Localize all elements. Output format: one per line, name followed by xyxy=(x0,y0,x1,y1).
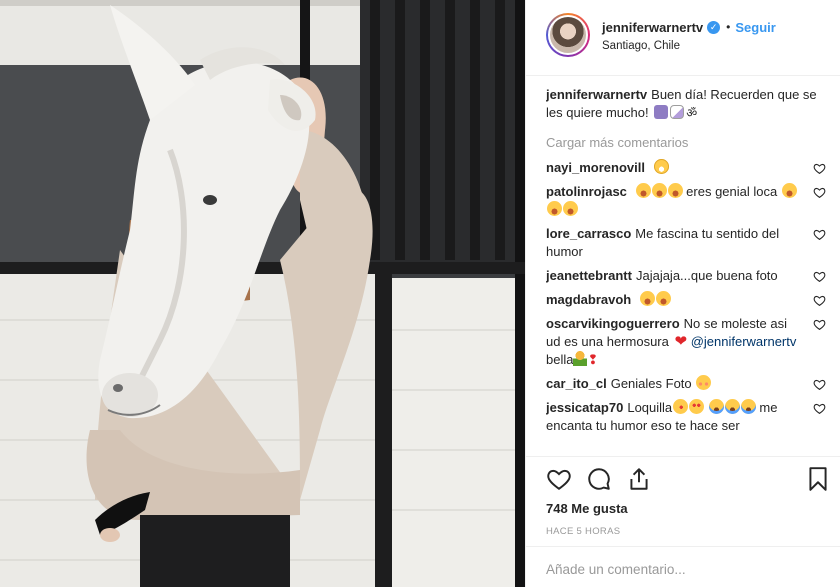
caption: jenniferwarnertv Buen día! Recuerden que … xyxy=(546,86,826,122)
kiss-emoji-icon xyxy=(673,399,689,414)
separator-dot: • xyxy=(726,20,731,34)
comment-username[interactable]: car_ito_cl xyxy=(546,376,607,391)
comment-item: jessicatap70 Loquilla me encanta tu humor… xyxy=(546,399,826,435)
load-more-comments-link[interactable]: Cargar más comentarios xyxy=(546,134,826,152)
follow-button[interactable]: Seguir xyxy=(735,20,775,35)
rofl-emoji-icon xyxy=(635,183,651,198)
comment-like-heart-icon[interactable] xyxy=(813,318,826,331)
bouquet-emoji-icon xyxy=(573,351,588,366)
add-comment-section xyxy=(526,546,840,587)
likes-count[interactable]: 748 Me gusta xyxy=(546,501,821,516)
post-header: jenniferwarnertv ✓ • Seguir Santiago, Ch… xyxy=(526,0,840,76)
username-link[interactable]: jenniferwarnertv xyxy=(602,20,703,35)
om-emoji-icon: ॐ xyxy=(686,106,698,120)
grin-emoji-icon xyxy=(653,159,669,174)
comment-item: oscarvikingoguerrero No se moleste asi ud… xyxy=(546,315,826,369)
header-row: jenniferwarnertv ✓ • Seguir xyxy=(602,18,776,36)
smiling-emoji-icon xyxy=(696,375,712,390)
comment-like-heart-icon[interactable] xyxy=(813,402,826,415)
comment-icon[interactable] xyxy=(586,466,612,492)
comment-username[interactable]: patolinrojasc xyxy=(546,184,627,199)
verified-badge-icon: ✓ xyxy=(707,20,721,34)
rofl-emoji-icon xyxy=(563,201,578,216)
bookmark-icon[interactable] xyxy=(805,466,831,492)
comment-item: car_ito_cl Geniales Foto xyxy=(546,375,826,393)
avatar-story-ring[interactable] xyxy=(546,13,590,57)
post-actions-section: 748 Me gusta HACE 5 HORAS xyxy=(526,456,840,537)
joy-emoji-icon xyxy=(708,399,724,414)
photo-horse-mask-illustration xyxy=(0,0,525,587)
mention-link[interactable]: @jenniferwarnertv xyxy=(691,334,797,349)
comment-like-heart-icon[interactable] xyxy=(813,162,826,175)
heart-icon[interactable] xyxy=(546,466,572,492)
red-heart-emoji-icon: ❤ xyxy=(674,333,688,350)
comment-like-heart-icon[interactable] xyxy=(813,294,826,307)
unicorn-emoji-icon xyxy=(670,105,685,119)
comment-username[interactable]: jessicatap70 xyxy=(546,400,623,415)
add-comment-input[interactable] xyxy=(546,562,821,577)
comment-text-2: bella xyxy=(546,352,574,367)
comments-list[interactable]: jenniferwarnertv Buen día! Recuerden que … xyxy=(546,86,826,454)
post-photo[interactable] xyxy=(0,0,525,587)
post-timestamp[interactable]: HACE 5 HORAS xyxy=(546,526,821,537)
comment-username[interactable]: lore_carrasco xyxy=(546,226,631,241)
rofl-emoji-icon xyxy=(667,183,683,198)
comment-text: Loquilla xyxy=(627,400,673,415)
comment-username[interactable]: nayi_morenovill xyxy=(546,160,645,175)
rofl-emoji-icon xyxy=(781,183,797,198)
action-bar xyxy=(546,459,827,499)
comment-like-heart-icon[interactable] xyxy=(813,186,826,199)
comment-username[interactable]: oscarvikingoguerrero xyxy=(546,316,680,331)
comment-text: Geniales Foto xyxy=(610,376,692,391)
heart-eyes-emoji-icon xyxy=(689,399,705,414)
share-icon[interactable] xyxy=(626,466,652,492)
rofl-emoji-icon xyxy=(655,291,671,306)
post-side-panel: jenniferwarnertv ✓ • Seguir Santiago, Ch… xyxy=(525,0,840,587)
joy-emoji-icon xyxy=(740,399,756,414)
rofl-emoji-icon xyxy=(547,201,562,216)
rofl-emoji-icon xyxy=(639,291,655,306)
location-link[interactable]: Santiago, Chile xyxy=(602,40,776,52)
instagram-post: jenniferwarnertv ✓ • Seguir Santiago, Ch… xyxy=(0,0,840,587)
caption-username[interactable]: jenniferwarnertv xyxy=(546,87,647,102)
exclamation-emoji-icon: ❢ xyxy=(587,352,599,367)
header-info: jenniferwarnertv ✓ • Seguir Santiago, Ch… xyxy=(602,12,776,75)
comment-item: magdabravoh xyxy=(546,291,826,309)
clock-emoji-icon xyxy=(654,105,669,119)
comment-username[interactable]: jeanettebrantt xyxy=(546,268,632,283)
comment-text: Jajajaja...que buena foto xyxy=(635,268,778,283)
comment-like-heart-icon[interactable] xyxy=(813,378,826,391)
rofl-emoji-icon xyxy=(651,183,667,198)
comment-username[interactable]: magdabravoh xyxy=(546,292,631,307)
comment-item: jeanettebrantt Jajajaja...que buena foto xyxy=(546,267,826,285)
joy-emoji-icon xyxy=(724,399,740,414)
comment-item: lore_carrasco Me fascina tu sentido del h… xyxy=(546,225,826,261)
comment-like-heart-icon[interactable] xyxy=(813,228,826,241)
comment-item: nayi_morenovill xyxy=(546,159,826,177)
comment-like-heart-icon[interactable] xyxy=(813,270,826,283)
comment-item: patolinrojasc eres genial loca xyxy=(546,183,826,219)
comment-text: eres genial loca xyxy=(686,184,778,199)
avatar[interactable] xyxy=(548,15,588,55)
